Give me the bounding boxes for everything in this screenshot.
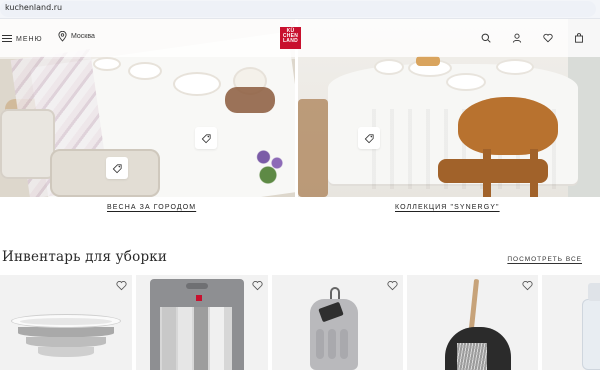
product-image [150, 279, 244, 370]
hamburger-icon [2, 35, 12, 43]
menu-button[interactable]: МЕНЮ [2, 32, 43, 46]
location-pin-icon [58, 31, 67, 42]
tag-icon-button[interactable] [358, 127, 380, 149]
logo-line: LAND [282, 38, 299, 45]
search-icon[interactable] [481, 33, 491, 43]
tag-icon [112, 163, 122, 173]
product-image [306, 287, 362, 370]
product-carousel [0, 275, 600, 370]
url-text: kuchenland.ru [5, 3, 63, 12]
product-card[interactable] [542, 275, 600, 370]
site-header: МЕНЮ Москва KÜ CHEN LAND [0, 19, 600, 57]
city-selector[interactable]: Москва [58, 31, 95, 42]
product-card[interactable] [272, 275, 403, 370]
tag-icon-button[interactable] [195, 127, 217, 149]
product-card[interactable] [407, 275, 538, 370]
browser-address-bar[interactable]: kuchenland.ru [0, 0, 600, 19]
favorite-heart-icon[interactable] [387, 280, 398, 291]
user-icon[interactable] [512, 33, 522, 43]
tag-icon-button[interactable] [106, 157, 128, 179]
tag-icon [201, 133, 211, 143]
section-title: Инвентарь для уборки [2, 249, 168, 265]
heart-icon[interactable] [543, 33, 553, 43]
banner-caption-spring[interactable]: ВЕСНА ЗА ГОРОДОМ [107, 204, 196, 211]
product-image [12, 315, 120, 370]
product-image [435, 278, 515, 370]
favorite-heart-icon[interactable] [252, 280, 263, 291]
menu-label: МЕНЮ [16, 35, 43, 43]
product-image [582, 283, 600, 370]
city-label: Москва [71, 33, 95, 40]
url-field[interactable]: kuchenland.ru [0, 1, 596, 17]
product-card[interactable] [136, 275, 268, 370]
product-card[interactable] [0, 275, 132, 370]
kuchenland-logo[interactable]: KÜ CHEN LAND [280, 27, 301, 49]
tag-icon [364, 133, 374, 143]
favorite-heart-icon[interactable] [116, 280, 127, 291]
see-all-link[interactable]: ПОСМОТРЕТЬ ВСЕ [507, 256, 582, 263]
favorite-heart-icon[interactable] [522, 280, 533, 291]
bag-icon[interactable] [574, 33, 584, 43]
banner-caption-synergy[interactable]: КОЛЛЕКЦИЯ "SYNERGY" [395, 204, 500, 211]
